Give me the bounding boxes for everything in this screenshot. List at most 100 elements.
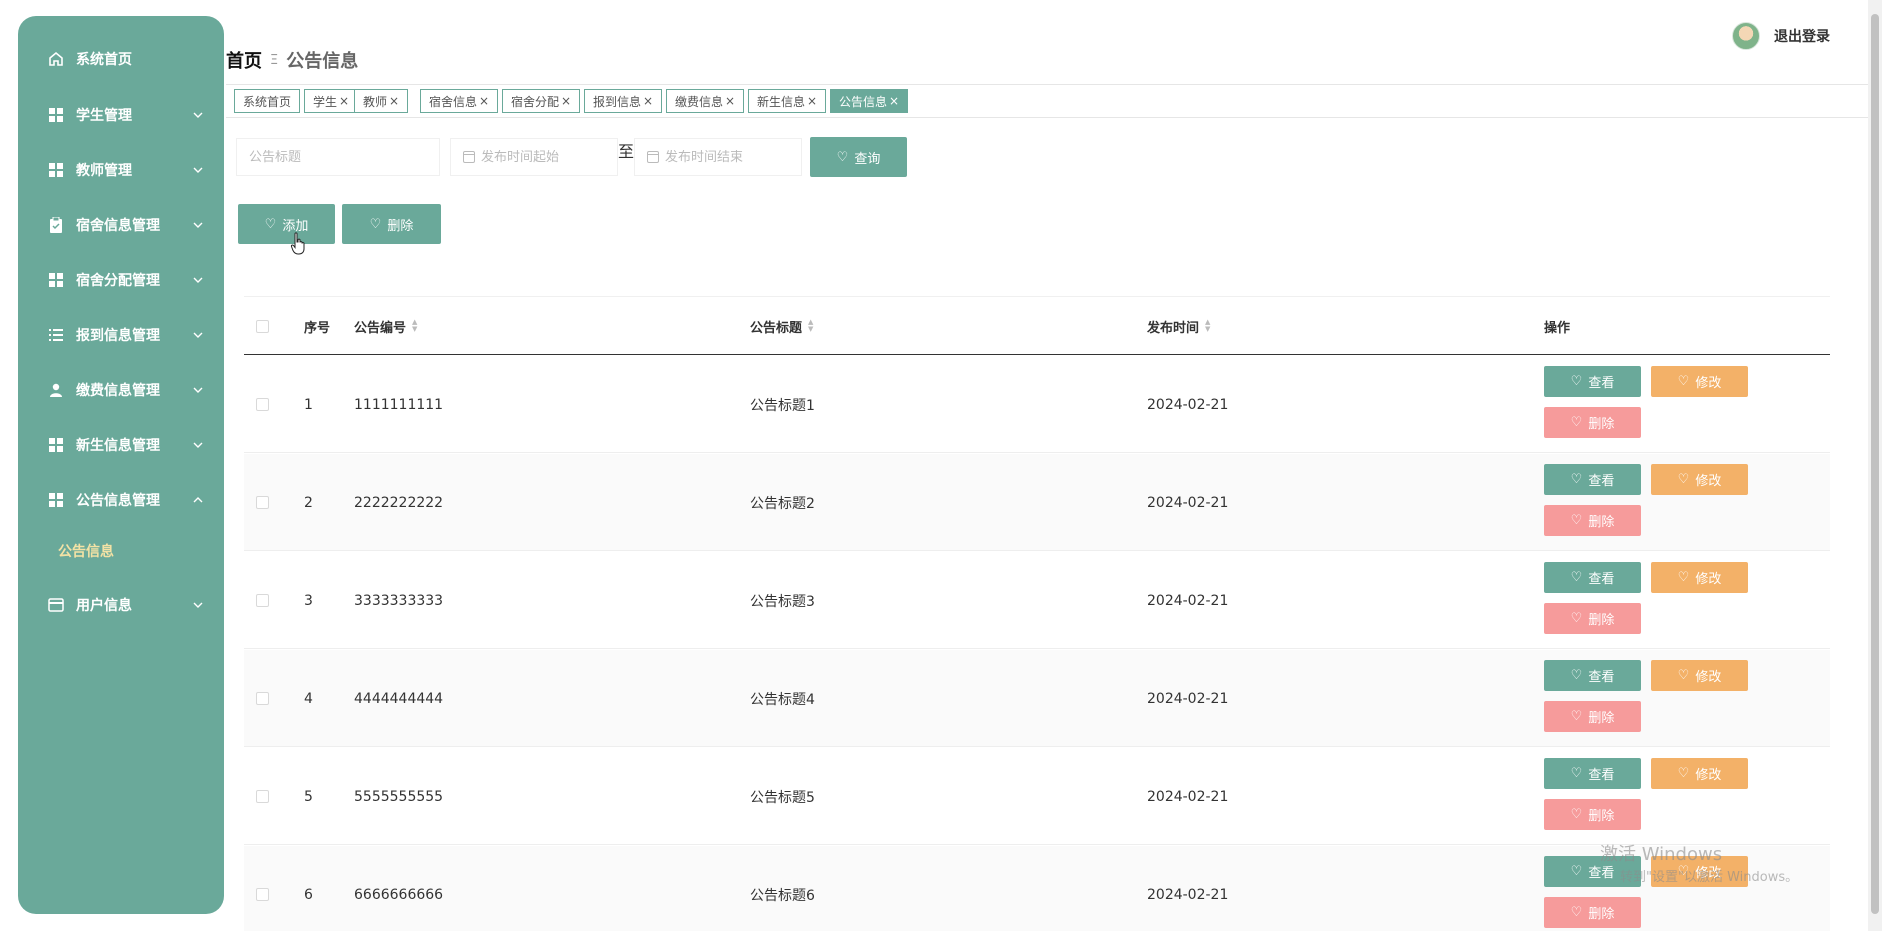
row-checkbox-cell: [256, 846, 269, 931]
row-checkbox-cell: [256, 356, 269, 453]
tab-notices[interactable]: 公告信息 ×: [830, 89, 909, 113]
sort-icon[interactable]: ▲ ▼: [1205, 319, 1210, 333]
sidebar-item-dorm-assign[interactable]: 宿舍分配管理: [18, 262, 224, 298]
end-date-input[interactable]: [665, 149, 789, 165]
query-button[interactable]: ♡ 查询: [810, 137, 907, 177]
submenu-item-notice-info[interactable]: 公告信息: [58, 536, 114, 566]
cell-title: 公告标题5: [750, 789, 815, 806]
delete-button[interactable]: ♡ 删除: [1544, 407, 1641, 438]
query-button-label: 查询: [854, 151, 881, 167]
delete-button[interactable]: ♡ 删除: [1544, 505, 1641, 536]
heart-icon: ♡: [1570, 807, 1583, 822]
cell-title: 公告标题3: [750, 593, 815, 610]
logout-link[interactable]: 退出登录: [1774, 26, 1830, 46]
select-all-checkbox-cell: [256, 297, 269, 355]
close-icon[interactable]: ×: [643, 94, 653, 108]
sort-icon[interactable]: ▲ ▼: [808, 319, 813, 333]
edit-button[interactable]: ♡ 修改: [1651, 464, 1748, 495]
range-to-label: 至: [618, 142, 635, 161]
sidebar-item-notices[interactable]: 公告信息管理: [18, 482, 224, 518]
sidebar-item-dorm-info[interactable]: 宿舍信息管理: [18, 207, 224, 243]
tab-dorm-info[interactable]: 宿舍信息 ×: [420, 89, 499, 113]
tab-payment[interactable]: 缴费信息 ×: [666, 89, 745, 113]
windows-activation-hint: 转到"设置"以激活 Windows。: [1620, 870, 1799, 885]
close-icon[interactable]: ×: [389, 94, 399, 108]
chevron-down-icon: [192, 599, 204, 611]
delete-button[interactable]: ♡ 删除: [1544, 603, 1641, 634]
calendar-icon: [463, 151, 475, 163]
tab-checkin[interactable]: 报到信息 ×: [584, 89, 663, 113]
sidebar-item-payment[interactable]: 缴费信息管理: [18, 372, 224, 408]
sidebar-item-checkin[interactable]: 报到信息管理: [18, 317, 224, 353]
heart-icon: ♡: [1570, 513, 1583, 528]
cell-code: 2222222222: [354, 494, 444, 511]
delete-button[interactable]: ♡ 删除: [1544, 799, 1641, 830]
sidebar-item-home[interactable]: 系统首页: [18, 41, 224, 77]
view-button[interactable]: ♡ 查看: [1544, 562, 1641, 593]
start-date-input[interactable]: [481, 149, 605, 165]
row-checkbox[interactable]: [256, 398, 269, 411]
cell-time: 2024-02-21: [1147, 788, 1229, 805]
sidebar-item-user-info[interactable]: 用户信息: [18, 587, 224, 623]
row-checkbox[interactable]: [256, 888, 269, 901]
row-checkbox[interactable]: [256, 594, 269, 607]
sidebar-item-freshmen[interactable]: 新生信息管理: [18, 427, 224, 463]
view-button-label: 查看: [1588, 376, 1615, 391]
view-button[interactable]: ♡ 查看: [1544, 464, 1641, 495]
close-icon[interactable]: ×: [479, 94, 489, 108]
row-checkbox[interactable]: [256, 496, 269, 509]
header-code-label: 公告编号: [354, 320, 407, 336]
view-button[interactable]: ♡ 查看: [1544, 660, 1641, 691]
view-button[interactable]: ♡ 查看: [1544, 758, 1641, 789]
select-all-checkbox[interactable]: [256, 319, 269, 333]
bulk-delete-button[interactable]: ♡ 删除: [342, 204, 441, 244]
chevron-down-icon: [192, 164, 204, 176]
header-title[interactable]: 公告标题 ▲ ▼: [750, 297, 813, 355]
close-icon[interactable]: ×: [561, 94, 571, 108]
close-icon[interactable]: ×: [725, 94, 735, 108]
sidebar-item-students[interactable]: 学生管理: [18, 97, 224, 133]
sidebar-item-label: 宿舍信息管理: [76, 218, 160, 234]
row-checkbox[interactable]: [256, 790, 269, 803]
avatar[interactable]: [1732, 22, 1760, 50]
tab-students[interactable]: 学生 ×: [304, 89, 359, 113]
header-time[interactable]: 发布时间 ▲ ▼: [1147, 297, 1210, 355]
cell-time: 2024-02-21: [1147, 592, 1229, 609]
title-search-input[interactable]: [249, 149, 427, 165]
view-button-label: 查看: [1588, 670, 1615, 685]
view-button[interactable]: ♡ 查看: [1544, 366, 1641, 397]
tab-teachers[interactable]: 教师 ×: [354, 89, 409, 113]
grid-icon: [48, 272, 64, 288]
edit-button[interactable]: ♡ 修改: [1651, 562, 1748, 593]
sort-icon[interactable]: ▲ ▼: [412, 319, 417, 333]
cell-code: 6666666666: [354, 886, 444, 903]
breadcrumb-home[interactable]: 首页: [226, 47, 262, 73]
edit-button[interactable]: ♡ 修改: [1651, 660, 1748, 691]
page-scrollbar[interactable]: [1868, 0, 1882, 931]
tab-label: 学生: [313, 94, 338, 109]
sidebar-item-teachers[interactable]: 教师管理: [18, 152, 224, 188]
close-icon[interactable]: ×: [339, 94, 349, 108]
scrollbar-thumb[interactable]: [1871, 14, 1879, 914]
cell-title: 公告标题2: [750, 495, 815, 512]
cell-index: 1: [304, 396, 313, 413]
cell-code: 1111111111: [354, 396, 444, 413]
cell-index: 6: [304, 886, 313, 903]
delete-button-label: 删除: [1588, 515, 1615, 530]
edit-button[interactable]: ♡ 修改: [1651, 758, 1748, 789]
grid-icon: [48, 107, 64, 123]
close-icon[interactable]: ×: [807, 94, 817, 108]
delete-button[interactable]: ♡ 删除: [1544, 701, 1641, 732]
tab-dorm-assign[interactable]: 宿舍分配 ×: [502, 89, 581, 113]
row-checkbox[interactable]: [256, 692, 269, 705]
tab-home[interactable]: 系统首页: [234, 89, 301, 113]
header-code[interactable]: 公告编号 ▲ ▼: [354, 297, 417, 355]
tab-freshmen[interactable]: 新生信息 ×: [748, 89, 827, 113]
close-icon[interactable]: ×: [889, 94, 899, 108]
add-button[interactable]: ♡ 添加: [238, 204, 335, 244]
row-checkbox-cell: [256, 552, 269, 649]
edit-button-label: 修改: [1695, 768, 1722, 783]
user-area: 退出登录: [1732, 22, 1830, 50]
edit-button[interactable]: ♡ 修改: [1651, 366, 1748, 397]
delete-button[interactable]: ♡ 删除: [1544, 897, 1641, 928]
